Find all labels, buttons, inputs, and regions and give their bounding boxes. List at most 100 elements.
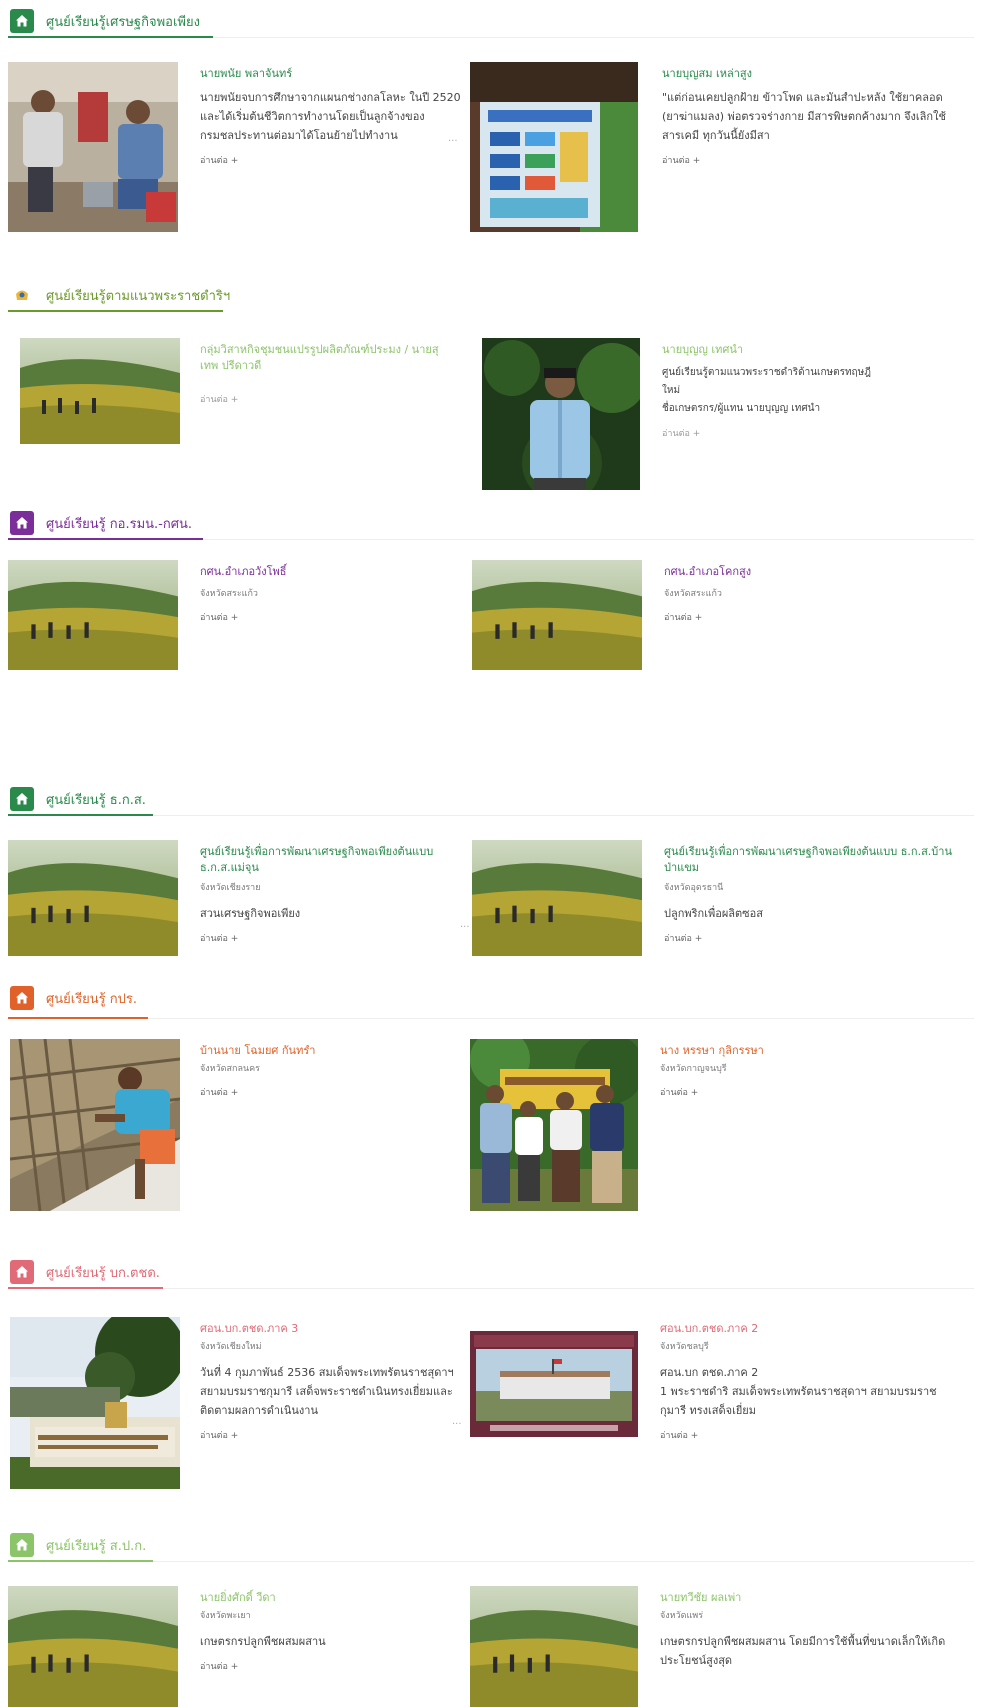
home-icon (10, 787, 34, 811)
card-thumbnail[interactable] (470, 62, 638, 232)
card-info: นายบุญญ เทศนำ ศูนย์เรียนรู้ตามแนวพระราชด… (662, 342, 872, 440)
card-thumbnail[interactable] (10, 1039, 180, 1211)
section-underline (8, 36, 213, 38)
section-title[interactable]: ศูนย์เรียนรู้ ธ.ก.ส. (46, 789, 146, 810)
read-more-link[interactable]: อ่านต่อ + (200, 1659, 470, 1673)
card-province: จังหวัดอุดรธานี (664, 883, 724, 893)
card-description: นายพนัยจบการศึกษาจากแผนกช่างกลโลหะ ในปี … (200, 91, 461, 142)
card-thumbnail[interactable] (470, 1331, 638, 1437)
card-title[interactable]: นายบุญญ เทศนำ (662, 342, 872, 358)
card-province: จังหวัดสระแก้ว (664, 589, 722, 599)
card-title[interactable]: นายพนัย พลาจันทร์ (200, 66, 470, 82)
section-underline (8, 1560, 153, 1562)
card-thumbnail[interactable] (470, 1039, 638, 1211)
read-more-link[interactable]: อ่านต่อ + (660, 1428, 960, 1442)
card-thumbnail[interactable] (472, 560, 642, 670)
card-title[interactable]: กศน.อำเภอโคกสูง (664, 564, 934, 580)
card-title[interactable]: กศน.อำเภอวังโพธิ์ (200, 564, 470, 580)
card-title[interactable]: นาง หรรษา กุลิกรรษา (660, 1043, 930, 1059)
section-underline (8, 1017, 148, 1019)
card-province: จังหวัดพะเยา (200, 1611, 251, 1621)
card-info: ศอน.บก.ตชด.ภาค 3 จังหวัดเชียงใหม่ วันที่… (200, 1321, 455, 1442)
read-more-link[interactable]: อ่านต่อ + (200, 610, 470, 624)
section-title[interactable]: ศูนย์เรียนรู้ บก.ตชด. (46, 1262, 160, 1283)
read-more-link[interactable]: อ่านต่อ + (660, 1085, 930, 1099)
card-description: ปลูกพริกเพื่อผลิตซอส (664, 907, 763, 920)
card-title[interactable]: นายทวีชัย ผลเพ่า (660, 1590, 960, 1606)
section-underline (8, 310, 223, 312)
read-more-link[interactable]: อ่านต่อ + (664, 931, 954, 945)
ellipsis: ··· (460, 922, 470, 933)
card-thumbnail[interactable] (8, 1586, 178, 1707)
card-info: นายพนัย พลาจันทร์ นายพนัยจบการศึกษาจากแผ… (200, 66, 470, 167)
section-rdpb: ศูนย์เรียนรู้ กปร. บ้านนาย โฉมยศ กันทรำ … (0, 983, 982, 1223)
section-title[interactable]: ศูนย์เรียนรู้ กอ.รมน.-กศน. (46, 513, 192, 534)
card-title[interactable]: ศอน.บก.ตชด.ภาค 2 (660, 1321, 960, 1337)
card-title[interactable]: นายยิ่งศักดิ์ วีดา (200, 1590, 470, 1606)
card-description: เกษตรกรปลูกพืชผสมผสาน (200, 1635, 326, 1648)
read-more-link[interactable]: อ่านต่อ + (200, 1428, 455, 1442)
card-province: จังหวัดชลบุรี (660, 1342, 709, 1352)
section-header: ศูนย์เรียนรู้ กปร. (10, 983, 137, 1013)
card-info: ศูนย์เรียนรู้เพื่อการพัฒนาเศรษฐกิจพอเพีย… (200, 844, 455, 945)
ellipsis: ··· (448, 136, 458, 147)
card-thumbnail[interactable] (10, 1317, 180, 1489)
section-title[interactable]: ศูนย์เรียนรู้เศรษฐกิจพอเพียง (46, 11, 200, 32)
card-province: จังหวัดกาญจนบุรี (660, 1064, 727, 1074)
card-description: "แต่ก่อนเคยปลูกฝ้าย ข้าวโพด และมันสำปะหล… (662, 91, 946, 142)
section-header: ศูนย์เรียนรู้ ส.ป.ก. (10, 1530, 146, 1560)
section-header: ศูนย์เรียนรู้ตามแนวพระราชดำริฯ (10, 280, 230, 310)
section-sufficiency-economy: ศูนย์เรียนรู้เศรษฐกิจพอเพียง นายพนัย พลา… (0, 6, 982, 241)
section-title[interactable]: ศูนย์เรียนรู้ ส.ป.ก. (46, 1535, 146, 1556)
section-royal-initiative: ศูนย์เรียนรู้ตามแนวพระราชดำริฯ กลุ่มวิสา… (0, 280, 982, 505)
card-title[interactable]: ศูนย์เรียนรู้เพื่อการพัฒนาเศรษฐกิจพอเพีย… (200, 844, 455, 876)
card-province: จังหวัดสระแก้ว (200, 589, 258, 599)
card-thumbnail[interactable] (482, 338, 640, 490)
card-title[interactable]: นายบุญสม เหล่าสูง (662, 66, 962, 82)
ellipsis: ··· (452, 1419, 462, 1430)
read-more-link[interactable]: อ่านต่อ + (200, 153, 470, 167)
card-thumbnail[interactable] (8, 560, 178, 670)
section-bpp: ศูนย์เรียนรู้ บก.ตชด. ศอน.บก.ตชด.ภาค 3 จ… (0, 1257, 982, 1497)
card-thumbnail[interactable] (472, 840, 642, 956)
home-icon (10, 9, 34, 33)
card-info: นายบุญสม เหล่าสูง "แต่ก่อนเคยปลูกฝ้าย ข้… (662, 66, 962, 167)
card-title[interactable]: ศูนย์เรียนรู้เพื่อการพัฒนาเศรษฐกิจพอเพีย… (664, 844, 954, 876)
read-more-link[interactable]: อ่านต่อ + (200, 392, 450, 406)
section-isoc-nfe: ศูนย์เรียนรู้ กอ.รมน.-กศน. กศน.อำเภอวังโ… (0, 508, 982, 678)
card-description: ศูนย์เรียนรู้ตามแนวพระราชดำริด้านเกษตรทฤ… (662, 367, 871, 414)
card-thumbnail[interactable] (470, 1586, 638, 1707)
card-province: จังหวัดเชียงราย (200, 883, 261, 893)
card-info: นายยิ่งศักดิ์ วีดา จังหวัดพะเยา เกษตรกรป… (200, 1590, 470, 1673)
card-description: เกษตรกรปลูกพืชผสมผสาน โดยมีการใช้พื้นที่… (660, 1635, 946, 1667)
card-description: ศอน.บก ตชด.ภาค 2 1 พระราชดำริ สมเด็จพระเ… (660, 1366, 937, 1417)
card-info: กลุ่มวิสาหกิจชุมชนแปรรูปผลิตภัณฑ์ประมง /… (200, 342, 450, 406)
read-more-link[interactable]: อ่านต่อ + (200, 931, 455, 945)
home-icon (10, 511, 34, 535)
card-info: กศน.อำเภอโคกสูง จังหวัดสระแก้ว อ่านต่อ + (664, 564, 934, 624)
card-title[interactable]: กลุ่มวิสาหกิจชุมชนแปรรูปผลิตภัณฑ์ประมง /… (200, 342, 450, 374)
card-province: จังหวัดสกลนคร (200, 1064, 260, 1074)
section-divider (8, 1018, 974, 1019)
card-province: จังหวัดเชียงใหม่ (200, 1342, 262, 1352)
read-more-link[interactable]: อ่านต่อ + (662, 426, 872, 440)
card-title[interactable]: ศอน.บก.ตชด.ภาค 3 (200, 1321, 455, 1337)
card-description: สวนเศรษฐกิจพอเพียง (200, 907, 301, 920)
card-info: กศน.อำเภอวังโพธิ์ จังหวัดสระแก้ว อ่านต่อ… (200, 564, 470, 624)
card-thumbnail[interactable] (8, 840, 178, 956)
section-baac: ศูนย์เรียนรู้ ธ.ก.ส. ศูนย์เรียนรู้เพื่อก… (0, 784, 982, 974)
section-underline (8, 1287, 163, 1289)
card-thumbnail[interactable] (8, 62, 178, 232)
section-title[interactable]: ศูนย์เรียนรู้ตามแนวพระราชดำริฯ (46, 285, 230, 306)
section-title[interactable]: ศูนย์เรียนรู้ กปร. (46, 988, 137, 1009)
read-more-link[interactable]: อ่านต่อ + (200, 1085, 470, 1099)
read-more-link[interactable]: อ่านต่อ + (664, 610, 934, 624)
card-title[interactable]: บ้านนาย โฉมยศ กันทรำ (200, 1043, 470, 1059)
read-more-link[interactable]: อ่านต่อ + (662, 153, 962, 167)
section-underline (8, 814, 153, 816)
section-header: ศูนย์เรียนรู้ บก.ตชด. (10, 1257, 160, 1287)
card-description: วันที่ 4 กุมภาพันธ์ 2536 สมเด็จพระเทพรัต… (200, 1366, 454, 1417)
home-icon (10, 1260, 34, 1284)
section-header: ศูนย์เรียนรู้ ธ.ก.ส. (10, 784, 146, 814)
card-thumbnail[interactable] (20, 338, 180, 444)
